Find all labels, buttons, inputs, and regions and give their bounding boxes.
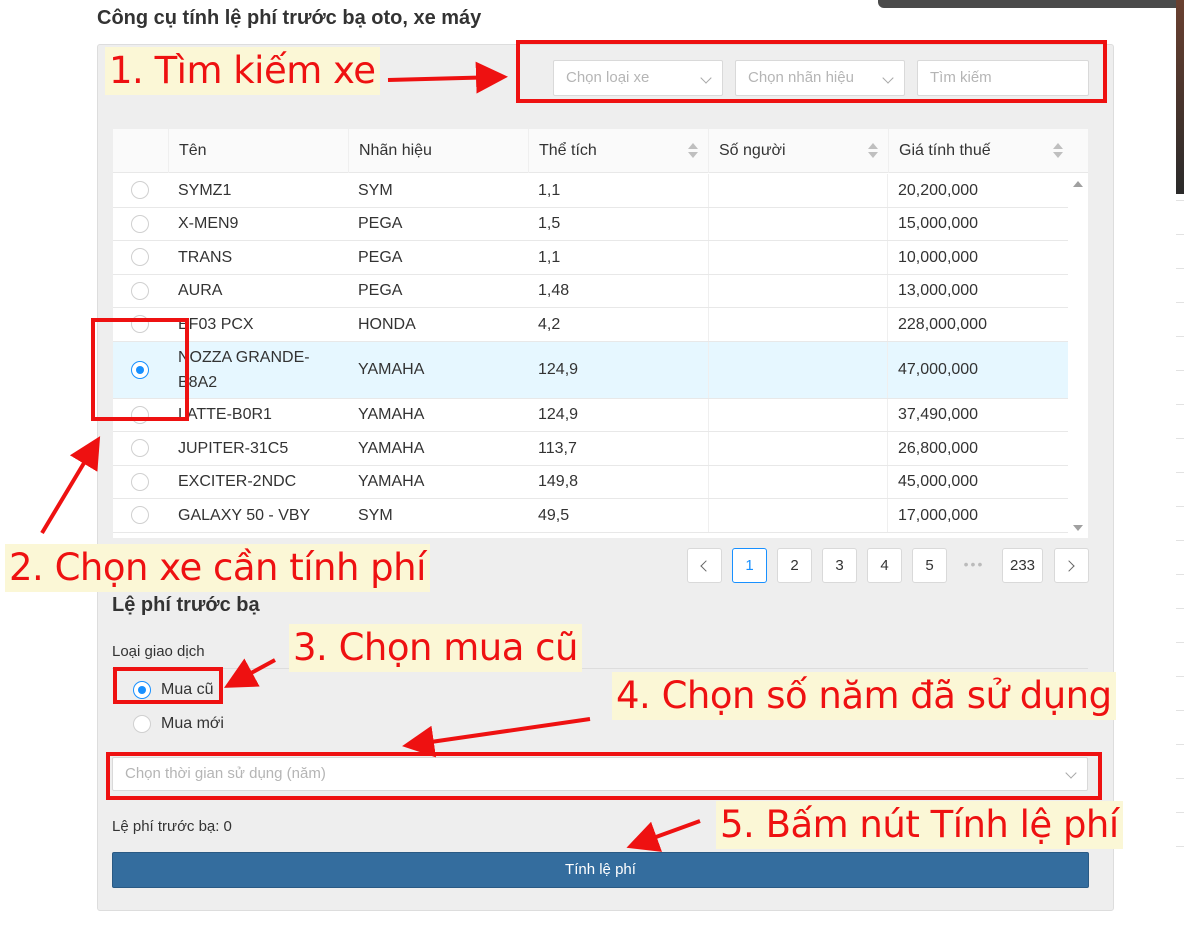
arrow-to-search (387, 61, 508, 94)
arrow-to-calculate-button (626, 819, 701, 852)
arrow-to-selected-row (40, 436, 101, 535)
arrow-to-years-select (402, 717, 591, 758)
annotation-arrows (40, 61, 701, 852)
arrow-to-used-option (223, 658, 276, 688)
